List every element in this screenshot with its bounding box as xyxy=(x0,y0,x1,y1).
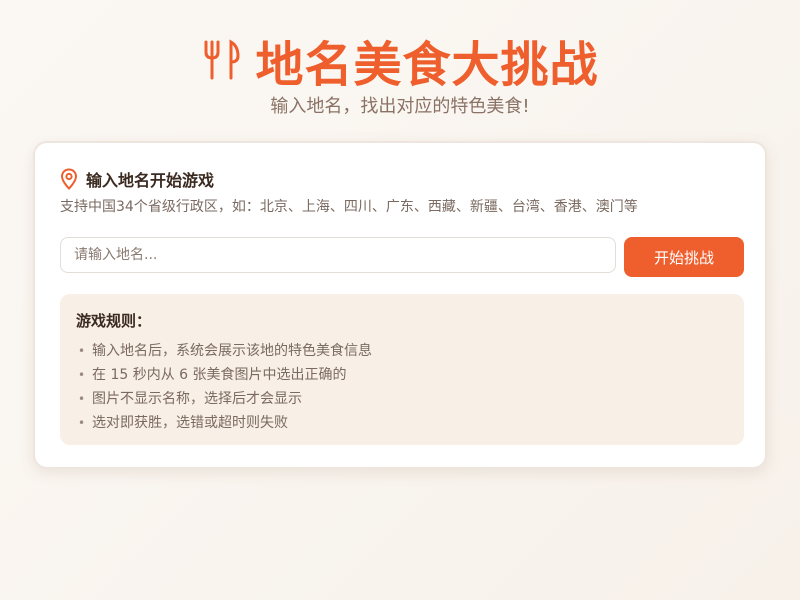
rules-title: 游戏规则： xyxy=(76,312,152,330)
rule-item: • 图片不显示名称，选择后才会显示 xyxy=(76,387,728,411)
header: 地名美食大挑战 输入地名，找出对应的特色美食! xyxy=(0,30,800,118)
rules-panel: 游戏规则： • 输入地名后，系统会展示该地的特色美食信息 • 在 15 秒内从 6 … xyxy=(60,294,744,445)
rule-item: • 选对即获胜，选错或超时则失败 xyxy=(76,411,728,435)
bullet-icon: • xyxy=(78,368,86,382)
game-card: 输入地名开始游戏 支持中国34个省级行政区，如：北京、上海、四川、广东、西藏、新… xyxy=(33,141,767,469)
page-subtitle: 输入地名，找出对应的特色美食! xyxy=(270,96,530,117)
bullet-icon: • xyxy=(78,392,86,406)
title-row: 地名美食大挑战 xyxy=(0,30,800,93)
map-pin-icon xyxy=(60,168,78,190)
bullet-icon: • xyxy=(78,344,86,358)
utensils-icon xyxy=(204,39,240,80)
bullet-icon: • xyxy=(78,416,86,430)
rule-text: 输入地名后，系统会展示该地的特色美食信息 xyxy=(92,343,372,359)
supported-regions-hint: 支持中国34个省级行政区，如：北京、上海、四川、广东、西藏、新疆、台湾、香港、澳… xyxy=(60,199,638,215)
card-title: 输入地名开始游戏 xyxy=(86,171,215,190)
rule-text: 选对即获胜，选错或超时则失败 xyxy=(92,415,288,431)
place-name-input[interactable] xyxy=(60,237,616,273)
rule-text: 图片不显示名称，选择后才会显示 xyxy=(92,391,302,407)
rule-item: • 输入地名后，系统会展示该地的特色美食信息 xyxy=(76,339,728,363)
rule-item: • 在 15 秒内从 6 张美食图片中选出正确的 xyxy=(76,363,728,387)
rule-text: 在 15 秒内从 6 张美食图片中选出正确的 xyxy=(92,367,347,383)
page-title: 地名美食大挑战 xyxy=(255,37,599,93)
card-header: 输入地名开始游戏 xyxy=(60,167,214,191)
start-challenge-button[interactable]: 开始挑战 xyxy=(624,237,744,277)
rules-list: • 输入地名后，系统会展示该地的特色美食信息 • 在 15 秒内从 6 张美食图片中… xyxy=(76,339,728,435)
